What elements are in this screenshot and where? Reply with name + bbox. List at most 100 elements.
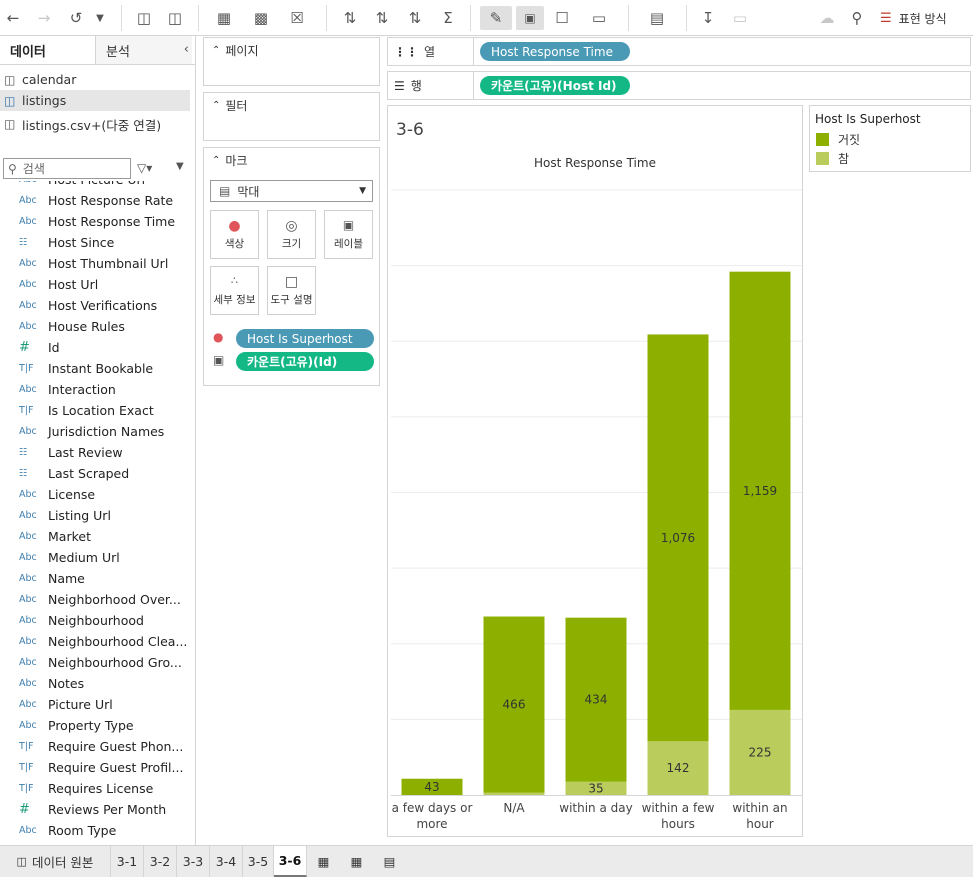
columns-pill[interactable]: Host Response Time [480, 42, 630, 61]
field-item[interactable]: Abc Jurisdiction Names [0, 421, 195, 442]
field-item[interactable]: ☷ Last Review [0, 442, 195, 463]
new-datasource-icon[interactable]: ◫ [133, 6, 155, 30]
field-item[interactable]: Abc Host Url [0, 274, 195, 295]
field-item[interactable]: Abc Notes [0, 673, 195, 694]
show-me-bar-icon[interactable]: ▤ [640, 6, 674, 30]
x-tick-label[interactable]: hours [661, 817, 695, 831]
show-me-button[interactable]: ☰ 표현 방식 [880, 6, 947, 30]
download-icon[interactable]: ↧ [697, 6, 719, 30]
legend-item[interactable]: 거짓 [816, 131, 860, 147]
rows-shelf[interactable]: ☰ 행 카운트(고유)(Host Id) [387, 71, 971, 100]
new-worksheet-icon[interactable]: ▦ [210, 6, 238, 30]
field-item[interactable]: Abc Neighbourhood Clea... [0, 631, 195, 652]
field-item[interactable]: Abc Neighbourhood [0, 610, 195, 631]
cloud-icon[interactable]: ☁ [816, 6, 838, 30]
group-members-icon[interactable]: ☐ [551, 6, 573, 30]
field-item[interactable]: Abc Name [0, 568, 195, 589]
pages-card[interactable]: ⌃ 페이지 [203, 37, 380, 86]
new-story-icon[interactable]: ▤ [373, 846, 406, 877]
undo-icon[interactable]: ← [4, 6, 22, 30]
presentation-icon[interactable]: ▭ [729, 6, 751, 30]
collapse-icon[interactable]: ‹ [184, 42, 189, 57]
detail-button[interactable]: ∴ 세부 정보 [210, 266, 259, 315]
tab-data[interactable]: 데이터 [0, 36, 96, 64]
field-item[interactable]: Abc Interaction [0, 379, 195, 400]
columns-shelf[interactable]: ⋮⋮ 열 Host Response Time [387, 37, 971, 66]
field-item[interactable]: Abc Host Verifications [0, 295, 195, 316]
x-tick-label[interactable]: a few days or [392, 801, 473, 815]
datasource-item-selected[interactable]: ◫ listings [0, 90, 190, 111]
label-field-pill[interactable]: 카운트(고유)(Id) [236, 352, 374, 371]
field-item[interactable]: # Reviews Per Month [0, 799, 195, 820]
field-item[interactable]: Abc License [0, 484, 195, 505]
datasource-item[interactable]: ◫ calendar [0, 69, 190, 90]
collapse-caret-icon[interactable]: ⌃ [212, 155, 220, 166]
field-item[interactable]: Abc Room Type [0, 820, 195, 841]
swap-rows-columns-icon[interactable]: ⇅ [339, 6, 361, 30]
color-button[interactable]: ● 색상 [210, 210, 259, 259]
field-item[interactable]: ☷ Last Scraped [0, 463, 195, 484]
pause-updates-icon[interactable]: ◫ [165, 6, 185, 30]
highlight-icon[interactable]: ✎ [480, 6, 512, 30]
filter-fields-icon[interactable]: ▽▾ [137, 161, 152, 175]
tab-3-5[interactable]: 3-5 [243, 846, 274, 877]
field-item[interactable]: Abc Host Thumbnail Url [0, 253, 195, 274]
tab-3-6[interactable]: 3-6 [274, 846, 307, 877]
datasource-tab[interactable]: ◫ 데이터 원본 [0, 846, 111, 877]
tab-3-3[interactable]: 3-3 [177, 846, 210, 877]
replay-icon[interactable]: ↺ [64, 6, 88, 30]
field-item[interactable]: Abc Medium Url [0, 547, 195, 568]
x-tick-label[interactable]: within a few [642, 801, 715, 815]
tab-3-4[interactable]: 3-4 [210, 846, 243, 877]
mark-type-select[interactable]: ▤ 막대 ▼ [210, 180, 373, 202]
field-item[interactable]: T|F Require Guest Profil... [0, 757, 195, 778]
duplicate-sheet-icon[interactable]: ▩ [250, 6, 272, 30]
replay-dropdown-icon[interactable]: ▼ [93, 6, 107, 30]
tooltip-button[interactable]: □ 도구 설명 [267, 266, 316, 315]
x-tick-label[interactable]: N/A [503, 801, 525, 815]
show-mark-labels-icon[interactable]: ▣ [516, 6, 544, 30]
filters-card[interactable]: ⌃ 필터 [203, 92, 380, 141]
x-tick-label[interactable]: within a day [559, 801, 632, 815]
fit-icon[interactable]: ▭ [583, 6, 615, 30]
bar-segment[interactable] [483, 792, 545, 795]
field-item[interactable]: Abc Property Type [0, 715, 195, 736]
totals-icon[interactable]: Σ [436, 6, 460, 30]
tab-analysis[interactable]: 분석 [96, 36, 192, 64]
field-item[interactable]: AbcHost Picture Url [0, 181, 195, 190]
x-tick-label[interactable]: within an [732, 801, 787, 815]
new-dashboard-icon[interactable]: ▦ [340, 846, 373, 877]
field-item[interactable]: # Id [0, 337, 195, 358]
tab-3-2[interactable]: 3-2 [144, 846, 177, 877]
tab-3-1[interactable]: 3-1 [111, 846, 144, 877]
field-item[interactable]: T|F Instant Bookable [0, 358, 195, 379]
new-worksheet-icon[interactable]: ▦ [307, 846, 340, 877]
field-item[interactable]: Abc Neighbourhood Gro... [0, 652, 195, 673]
clear-sheet-icon[interactable]: ☒ [283, 6, 311, 30]
x-tick-label[interactable]: hour [746, 817, 774, 831]
field-item[interactable]: T|F Requires License [0, 778, 195, 799]
x-tick-label[interactable]: more [416, 817, 447, 831]
collapse-caret-icon[interactable]: ⌃ [212, 100, 220, 111]
field-item[interactable]: Abc Host Response Rate [0, 190, 195, 211]
share-icon[interactable]: ⚲ [846, 6, 868, 30]
field-item[interactable]: Abc House Rules [0, 316, 195, 337]
redo-icon[interactable]: → [35, 6, 53, 30]
color-legend[interactable]: Host Is Superhost 거짓 참 [809, 105, 971, 172]
field-item[interactable]: Abc Listing Url [0, 505, 195, 526]
field-item[interactable]: T|F Is Location Exact [0, 400, 195, 421]
legend-item[interactable]: 참 [816, 150, 849, 166]
datasource-item[interactable]: ◫ listings.csv+(다중 연결) [0, 111, 190, 137]
field-item[interactable]: ☷ Host Since [0, 232, 195, 253]
label-button[interactable]: ▣ 레이블 [324, 210, 373, 259]
sort-descending-icon[interactable]: ⇅ [404, 6, 426, 30]
color-field-pill[interactable]: Host Is Superhost [236, 329, 374, 348]
search-input[interactable]: ⚲ 검색 [3, 158, 131, 179]
field-item[interactable]: T|F Require Guest Phon... [0, 736, 195, 757]
rows-pill[interactable]: 카운트(고유)(Host Id) [480, 76, 630, 95]
field-item[interactable]: Abc Picture Url [0, 694, 195, 715]
sort-ascending-icon[interactable]: ⇅ [371, 6, 393, 30]
collapse-caret-icon[interactable]: ⌃ [212, 45, 220, 56]
more-options-icon[interactable]: ▼ [176, 161, 184, 172]
field-item[interactable]: Abc Neighborhood Over... [0, 589, 195, 610]
